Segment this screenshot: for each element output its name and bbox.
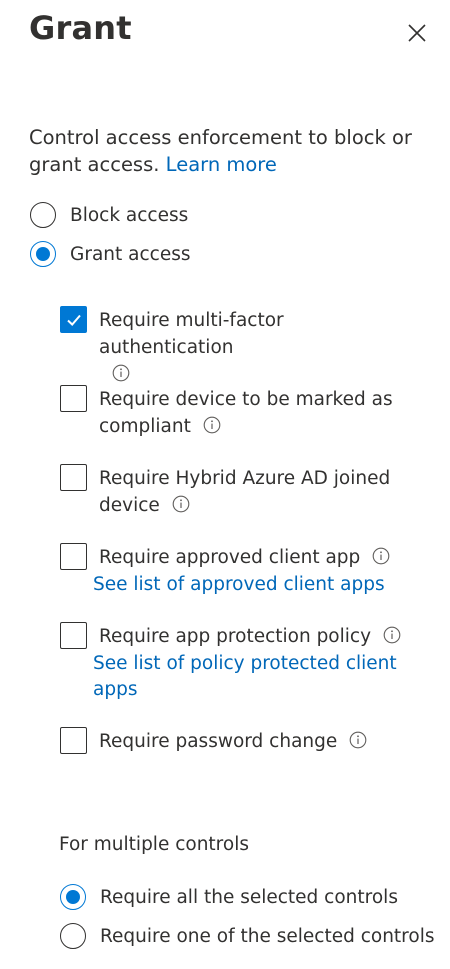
policy-protected-apps-link[interactable]: See list of policy protected client apps [93,651,413,703]
app-protection-policy-label: Require app protection policy [99,626,372,647]
compliant-device-checkbox[interactable] [60,385,87,412]
close-button[interactable] [401,17,433,49]
grant-panel: Grant Control access enforcement to bloc… [0,0,450,969]
block-access-radio[interactable] [30,202,56,228]
require-all-radio[interactable] [60,884,86,910]
require-one-option[interactable]: Require one of the selected controls [60,923,434,949]
hybrid-joined-checkbox[interactable] [60,464,87,491]
multiple-controls-heading: For multiple controls [59,834,249,855]
app-protection-policy-checkbox[interactable] [60,622,87,649]
block-access-label: Block access [70,204,189,226]
compliant-device-label: Require device to be marked as compliant [99,389,393,437]
require-all-label: Require all the selected controls [100,886,398,908]
approved-client-app-label: Require approved client app [99,547,361,568]
grant-access-option[interactable]: Grant access [30,241,190,267]
require-one-label: Require one of the selected controls [100,925,435,947]
mfa-label: Require multi-factor authentication [99,310,284,358]
mfa-checkbox[interactable] [60,306,87,333]
checkmark-icon [66,314,81,326]
learn-more-link[interactable]: Learn more [166,153,277,176]
hybrid-joined-label: Require Hybrid Azure AD joined device [99,468,391,516]
password-change-checkbox[interactable] [60,727,87,754]
close-icon [408,24,426,42]
page-title: Grant [29,9,132,47]
grant-access-radio[interactable] [30,241,56,267]
require-one-radio[interactable] [60,923,86,949]
info-icon[interactable] [203,416,221,434]
info-icon[interactable] [383,626,401,644]
block-access-option[interactable]: Block access [30,202,188,228]
approved-client-app-checkbox[interactable] [60,543,87,570]
info-icon[interactable] [112,364,130,382]
require-all-option[interactable]: Require all the selected controls [60,884,398,910]
grant-access-label: Grant access [70,243,191,265]
intro-text: Control access enforcement to block or g… [29,126,412,176]
approved-client-apps-link[interactable]: See list of approved client apps [93,572,413,598]
password-change-label: Require password change [99,731,338,752]
info-icon[interactable] [349,731,367,749]
info-icon[interactable] [372,547,390,565]
info-icon[interactable] [172,495,190,513]
